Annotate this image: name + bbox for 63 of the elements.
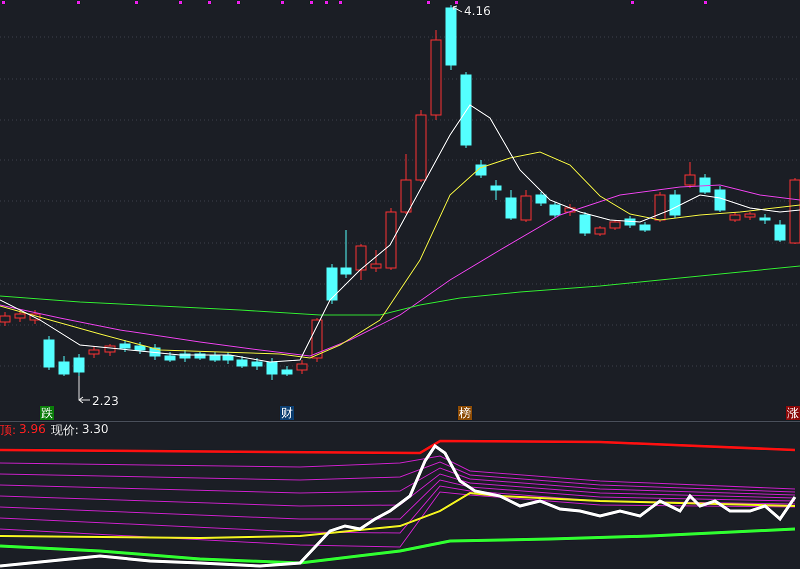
candlestick <box>312 318 322 362</box>
candlestick <box>356 244 366 280</box>
candlestick <box>180 350 190 362</box>
candlestick <box>296 360 308 374</box>
candlestick <box>564 204 576 216</box>
candlestick <box>446 4 456 70</box>
low-price-label: 2.23 <box>92 394 119 408</box>
candlestick <box>104 344 116 356</box>
candlestick <box>684 162 696 188</box>
candlestick <box>744 212 756 220</box>
candlestick <box>120 340 130 352</box>
candlestick <box>654 192 666 222</box>
candlestick <box>700 174 710 194</box>
candlestick <box>164 352 176 362</box>
candlestick <box>194 352 206 360</box>
candlestick <box>640 222 650 232</box>
candlestick <box>134 342 146 354</box>
candlestick <box>340 230 352 278</box>
candlestick <box>490 180 502 200</box>
candlestick <box>580 212 590 236</box>
candlestick <box>210 352 220 362</box>
price-label: 现价: <box>50 422 79 438</box>
candlestick <box>44 336 54 370</box>
candlestick <box>476 160 486 178</box>
candlestick <box>670 190 680 218</box>
candlestick <box>760 214 770 224</box>
candlestick <box>730 212 740 222</box>
leader-line <box>78 376 90 404</box>
candlestick <box>550 202 560 218</box>
candlestick <box>222 352 234 364</box>
candlestick <box>536 192 546 206</box>
candlestick <box>520 190 532 222</box>
event-marker: 涨 <box>786 406 800 420</box>
candlestick <box>266 358 278 380</box>
leader-line <box>452 6 462 12</box>
event-marker: 跌 <box>40 406 54 420</box>
candlestick <box>150 344 160 360</box>
candlestick <box>0 312 10 326</box>
candlestick <box>624 216 636 228</box>
candlestick <box>14 310 26 322</box>
high-price-label: 4.16 <box>464 4 491 18</box>
event-marker: 财 <box>280 406 294 420</box>
candlestick <box>30 310 40 324</box>
candlestick <box>714 186 726 212</box>
candlestick <box>400 154 412 214</box>
candlestick <box>74 354 84 376</box>
candlestick <box>506 190 516 220</box>
candlestick <box>610 220 620 230</box>
candlestick <box>282 366 292 376</box>
top-value: 3.96 <box>19 422 46 438</box>
candlestick <box>88 346 100 358</box>
candlestick <box>370 250 382 272</box>
candlestick <box>252 358 262 370</box>
price-value: 3.30 <box>82 422 109 438</box>
candlestick <box>386 208 396 270</box>
candlestick <box>774 220 786 242</box>
event-marker: 榜 <box>458 406 472 420</box>
candlestick <box>594 226 606 236</box>
candlestick <box>790 178 800 244</box>
top-label: 顶: <box>0 422 16 438</box>
candlestick <box>236 356 248 368</box>
candlestick <box>58 356 70 376</box>
candlestick <box>326 264 338 304</box>
